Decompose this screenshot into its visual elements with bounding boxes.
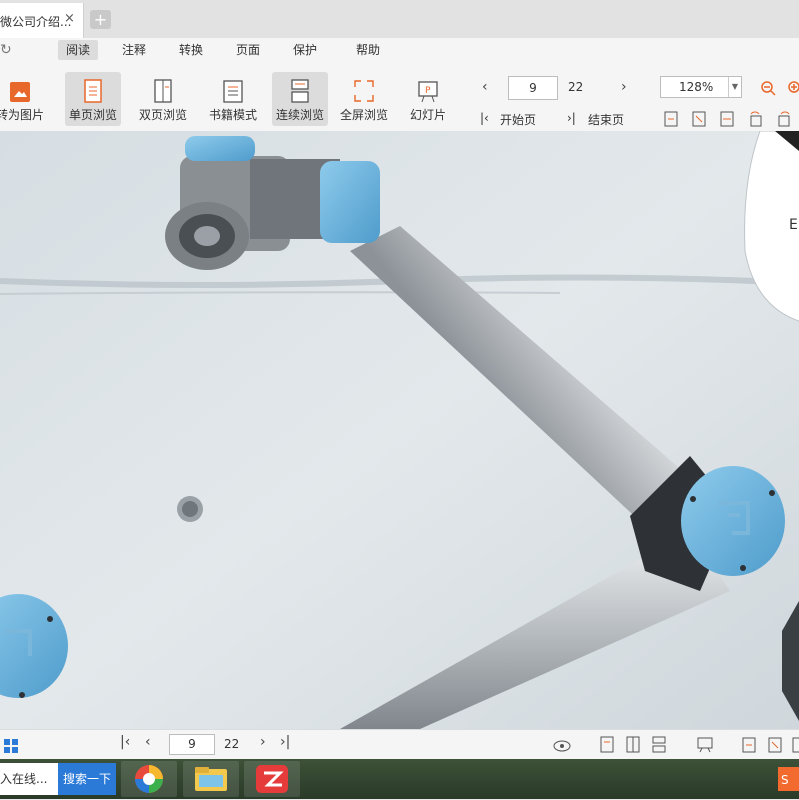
status-page-input[interactable]: 9 (169, 734, 215, 755)
status-page-total: 22 (224, 737, 240, 751)
first-page-label[interactable]: 开始页 (500, 111, 536, 128)
document-tab-title: 微公司介绍... (0, 15, 72, 29)
folder-icon (195, 767, 227, 791)
menu-read[interactable]: 阅读 (58, 40, 99, 60)
taskbar-search-button[interactable]: 搜索一下 (58, 763, 116, 795)
prev-page-icon[interactable]: ‹ (482, 79, 488, 95)
double-page-label: 双页浏览 (138, 108, 187, 122)
slideshow-label: 幻灯片 (409, 108, 446, 122)
book-mode-icon (223, 80, 243, 103)
double-page-button[interactable]: 双页浏览 (135, 72, 191, 126)
next-page-icon[interactable]: › (621, 79, 627, 95)
continuous-icon (291, 79, 309, 103)
to-image-icon (10, 82, 30, 102)
toolbar: 转为图片 单页浏览 双页浏览 书籍模式 连续浏览 全屏浏览 P 幻灯片 (0, 64, 799, 132)
status-double-page-icon[interactable] (626, 736, 640, 753)
slideshow-icon: P (418, 81, 438, 103)
fullscreen-button[interactable]: 全屏浏览 (336, 72, 392, 126)
taskbar-search-input[interactable]: 入在线... (0, 763, 58, 795)
status-continuous-icon[interactable] (652, 736, 666, 753)
status-first-page-icon[interactable]: |‹ (120, 734, 130, 750)
book-mode-label: 书籍模式 (208, 108, 257, 122)
to-image-label: 转为图片 (0, 108, 44, 122)
redo-icon[interactable]: ↻ (0, 42, 12, 58)
zoom-value: 128% (679, 80, 714, 94)
tray-app-icon[interactable]: S (778, 767, 799, 791)
status-single-page-icon[interactable] (600, 736, 614, 753)
page-number-input[interactable]: 9 (508, 76, 558, 100)
single-page-label: 单页浏览 (68, 108, 117, 122)
status-fit-width-icon[interactable] (792, 737, 799, 753)
status-slideshow-icon[interactable] (697, 736, 713, 753)
svg-text:S: S (781, 773, 789, 787)
eye-protection-icon[interactable] (553, 737, 571, 753)
continuous-label: 连续浏览 (275, 108, 324, 122)
thumbnail-view-icon[interactable] (4, 739, 18, 753)
status-prev-page-icon[interactable]: ‹ (145, 734, 151, 750)
status-next-page-icon[interactable]: › (260, 734, 266, 750)
zoom-in-icon[interactable] (787, 80, 799, 96)
new-tab-button[interactable]: + (90, 10, 111, 29)
document-page-image (0, 131, 799, 729)
single-page-icon (84, 79, 102, 103)
document-tab[interactable]: 微公司介绍... × (0, 3, 84, 38)
first-page-icon[interactable]: |‹ (480, 111, 489, 125)
taskbar-app-browser[interactable] (121, 761, 177, 797)
taskbar-app-pdf-reader[interactable] (244, 761, 300, 797)
fit-page-icon[interactable] (692, 111, 706, 127)
menu-help[interactable]: 帮助 (348, 40, 388, 60)
fit-width-icon[interactable] (720, 111, 734, 127)
status-last-page-icon[interactable]: ›| (280, 734, 290, 750)
fullscreen-label: 全屏浏览 (339, 108, 388, 122)
actual-size-icon[interactable] (664, 111, 678, 127)
taskbar-app-files[interactable] (183, 761, 239, 797)
rotate-left-icon[interactable] (748, 111, 764, 127)
status-fit-page-icon[interactable] (768, 737, 782, 753)
svg-text:P: P (425, 86, 431, 96)
taskbar: 入在线... 搜索一下 S (0, 759, 799, 799)
status-actual-size-icon[interactable] (742, 737, 756, 753)
zoom-out-icon[interactable] (760, 80, 776, 96)
double-page-icon (154, 79, 172, 103)
rotate-right-icon[interactable] (776, 111, 792, 127)
to-image-button[interactable]: 转为图片 (0, 72, 48, 126)
close-tab-icon[interactable]: × (64, 11, 75, 26)
last-page-icon[interactable]: ›| (567, 111, 576, 125)
last-page-label[interactable]: 结束页 (588, 111, 624, 128)
chevron-down-icon[interactable]: ▼ (728, 77, 741, 97)
zoom-select[interactable]: 128% ▼ (660, 76, 742, 98)
menu-annotate[interactable]: 注释 (114, 40, 154, 60)
pdf-reader-icon (256, 765, 288, 793)
single-page-button[interactable]: 单页浏览 (65, 72, 121, 126)
book-mode-button[interactable]: 书籍模式 (205, 72, 261, 126)
document-view[interactable]: E (0, 131, 799, 729)
slideshow-button[interactable]: P 幻灯片 (400, 72, 456, 126)
document-side-letter: E (789, 217, 798, 233)
menu-bar: ↻ 阅读 注释 转换 页面 保护 帮助 (0, 38, 799, 64)
menu-protect[interactable]: 保护 (285, 40, 325, 60)
browser-icon (135, 765, 163, 793)
continuous-button[interactable]: 连续浏览 (272, 72, 328, 126)
menu-page[interactable]: 页面 (228, 40, 268, 60)
status-bar: |‹ ‹ 9 22 › ›| (0, 729, 799, 760)
page-total: 22 (568, 80, 584, 94)
tab-bar: 微公司介绍... × + (0, 0, 799, 38)
menu-convert[interactable]: 转换 (171, 40, 211, 60)
fullscreen-icon (354, 80, 374, 102)
